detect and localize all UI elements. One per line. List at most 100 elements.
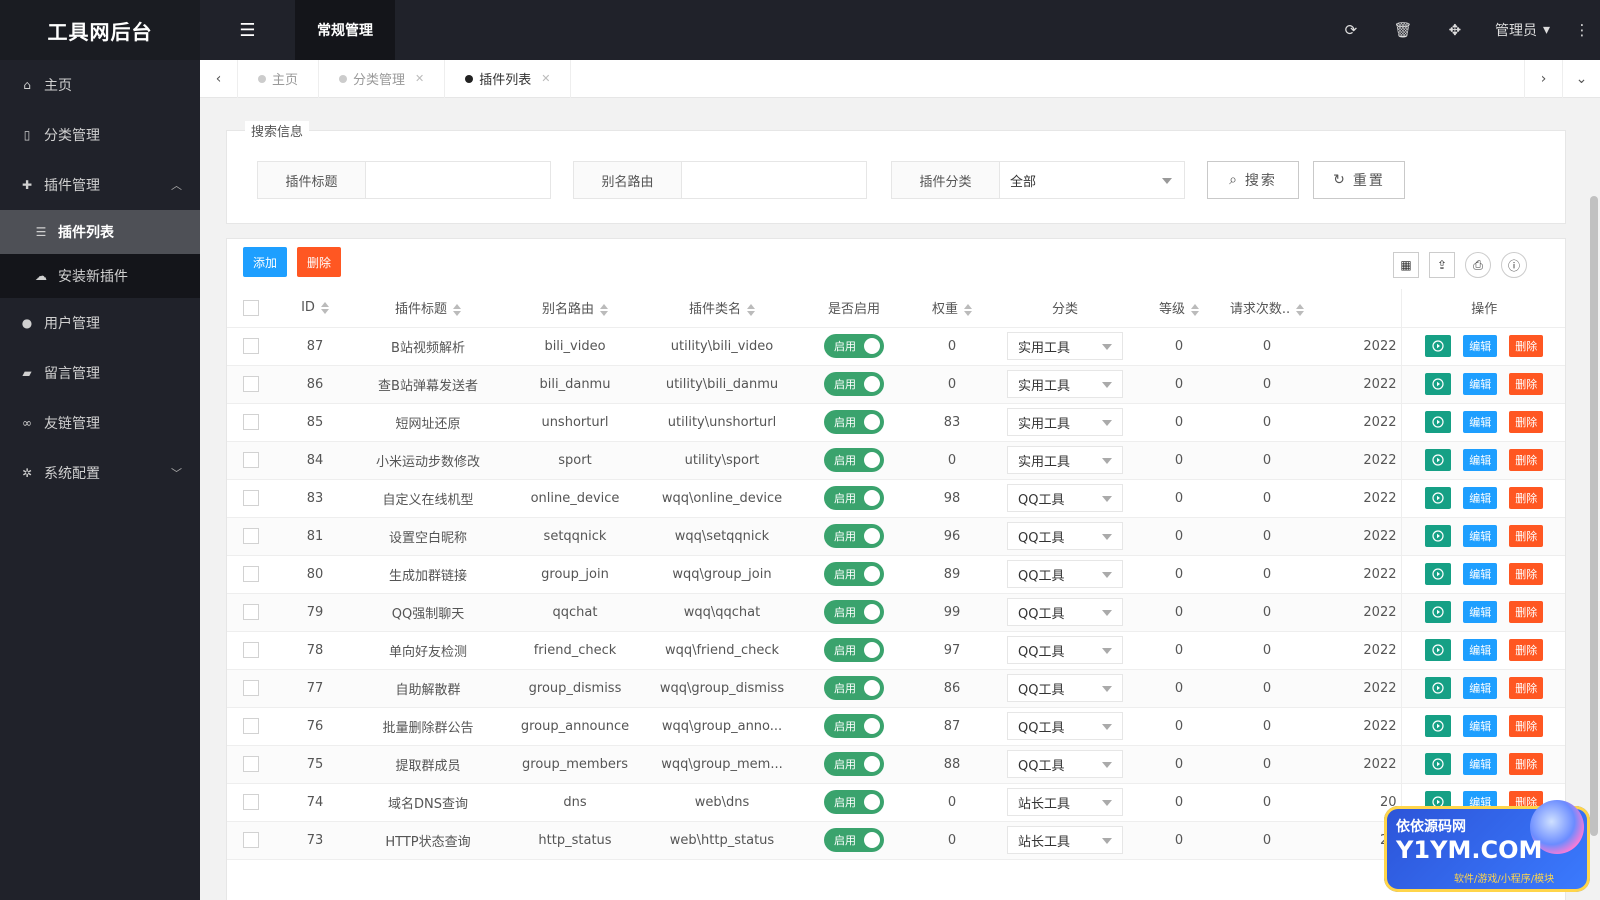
run-button[interactable] <box>1425 601 1452 623</box>
delete-button[interactable]: 删除 <box>1509 525 1544 547</box>
row-checkbox[interactable] <box>243 376 259 392</box>
header-weight[interactable]: 权重 <box>913 289 991 328</box>
tab-home[interactable]: 主页 <box>238 59 320 98</box>
run-button[interactable] <box>1425 563 1452 585</box>
edit-button[interactable]: 编辑 <box>1463 373 1498 395</box>
alias-input[interactable] <box>682 162 866 198</box>
run-button[interactable] <box>1425 487 1452 509</box>
category-dropdown[interactable]: QQ工具 <box>1007 712 1123 740</box>
close-icon[interactable]: ✕ <box>541 72 550 85</box>
sort-icon[interactable] <box>600 303 608 316</box>
run-button[interactable] <box>1425 449 1452 471</box>
category-dropdown[interactable]: 实用工具 <box>1007 370 1123 398</box>
sidebar-item-plugins[interactable]: ✚ 插件管理 ︿ <box>0 160 200 210</box>
enabled-toggle[interactable]: 启用 <box>824 524 884 548</box>
row-checkbox[interactable] <box>243 566 259 582</box>
topbar-tab-general[interactable]: 常规管理 <box>295 0 395 60</box>
delete-button[interactable]: 删除 <box>1509 373 1544 395</box>
delete-button[interactable]: 删除 <box>1509 677 1544 699</box>
select-all-checkbox[interactable] <box>243 299 259 316</box>
category-dropdown[interactable]: 站长工具 <box>1007 826 1123 854</box>
print-icon[interactable]: ⎙ <box>1465 252 1491 278</box>
sort-icon[interactable] <box>1191 303 1199 316</box>
enabled-toggle[interactable]: 启用 <box>824 752 884 776</box>
sidebar-item-users[interactable]: ● 用户管理 <box>0 298 200 348</box>
delete-button[interactable]: 删除 <box>1509 601 1544 623</box>
sidebar-item-plugin-list[interactable]: ☰ 插件列表 <box>0 210 200 254</box>
info-icon[interactable]: ⓘ <box>1501 252 1527 278</box>
header-level[interactable]: 等级 <box>1139 289 1219 328</box>
search-button[interactable]: ⌕ 搜索 <box>1207 161 1299 199</box>
enabled-toggle[interactable]: 启用 <box>824 638 884 662</box>
fullscreen-icon[interactable]: ✥ <box>1429 0 1481 60</box>
delete-button[interactable]: 删除 <box>1509 563 1544 585</box>
tabs-next-icon[interactable]: › <box>1524 59 1562 98</box>
run-button[interactable] <box>1425 715 1452 737</box>
category-dropdown[interactable]: 站长工具 <box>1007 788 1123 816</box>
user-menu[interactable]: 管理员 ▾ <box>1481 20 1564 40</box>
edit-button[interactable]: 编辑 <box>1463 449 1498 471</box>
enabled-toggle[interactable]: 启用 <box>824 486 884 510</box>
close-icon[interactable]: ✕ <box>415 72 424 85</box>
row-checkbox[interactable] <box>243 414 259 430</box>
sort-icon[interactable] <box>1296 303 1305 316</box>
enabled-toggle[interactable]: 启用 <box>824 410 884 434</box>
refresh-icon[interactable]: ⟳ <box>1325 0 1377 60</box>
sort-icon[interactable] <box>747 303 755 316</box>
delete-button[interactable]: 删除 <box>1509 411 1544 433</box>
sidebar-item-home[interactable]: ⌂ 主页 <box>0 60 200 110</box>
enabled-toggle[interactable]: 启用 <box>824 600 884 624</box>
enabled-toggle[interactable]: 启用 <box>824 676 884 700</box>
edit-button[interactable]: 编辑 <box>1463 677 1498 699</box>
enabled-toggle[interactable]: 启用 <box>824 828 884 852</box>
row-checkbox[interactable] <box>243 832 259 848</box>
sidebar-item-settings[interactable]: ✲ 系统配置 ﹀ <box>0 448 200 498</box>
run-button[interactable] <box>1425 411 1452 433</box>
enabled-toggle[interactable]: 启用 <box>824 334 884 358</box>
sidebar-item-category[interactable]: ▯ 分类管理 <box>0 110 200 160</box>
row-checkbox[interactable] <box>243 642 259 658</box>
header-class[interactable]: 插件类名 <box>649 289 795 328</box>
edit-button[interactable]: 编辑 <box>1463 525 1498 547</box>
category-dropdown[interactable]: QQ工具 <box>1007 750 1123 778</box>
sidebar-item-install-plugin[interactable]: ☁ 安装新插件 <box>0 254 200 298</box>
add-button[interactable]: 添加 <box>243 247 288 277</box>
row-checkbox[interactable] <box>243 680 259 696</box>
header-alias[interactable]: 别名路由 <box>501 289 649 328</box>
delete-button[interactable]: 删除 <box>1509 753 1544 775</box>
edit-button[interactable]: 编辑 <box>1463 601 1498 623</box>
row-checkbox[interactable] <box>243 794 259 810</box>
row-checkbox[interactable] <box>243 452 259 468</box>
tabs-menu-icon[interactable]: ⌄ <box>1562 59 1600 98</box>
sort-icon[interactable] <box>453 303 461 316</box>
delete-button[interactable]: 删除 <box>1509 639 1544 661</box>
enabled-toggle[interactable]: 启用 <box>824 790 884 814</box>
category-dropdown[interactable]: QQ工具 <box>1007 598 1123 626</box>
columns-icon[interactable]: ▦ <box>1393 252 1419 278</box>
row-checkbox[interactable] <box>243 756 259 772</box>
delete-button[interactable]: 删除 <box>1509 715 1544 737</box>
run-button[interactable] <box>1425 753 1452 775</box>
header-id[interactable]: ID <box>275 289 355 328</box>
row-checkbox[interactable] <box>243 338 259 354</box>
header-requests[interactable]: 请求次数.. <box>1219 289 1315 328</box>
sidebar-item-links[interactable]: ∞ 友链管理 <box>0 398 200 448</box>
category-dropdown[interactable]: 实用工具 <box>1007 446 1123 474</box>
tab-category[interactable]: 分类管理 ✕ <box>319 59 446 98</box>
edit-button[interactable]: 编辑 <box>1463 563 1498 585</box>
category-select[interactable]: 全部 <box>1000 162 1184 198</box>
export-icon[interactable]: ⇪ <box>1429 252 1455 278</box>
run-button[interactable] <box>1425 373 1452 395</box>
enabled-toggle[interactable]: 启用 <box>824 372 884 396</box>
row-checkbox[interactable] <box>243 718 259 734</box>
reset-button[interactable]: ↻ 重置 <box>1313 161 1405 199</box>
delete-button[interactable]: 删除 <box>1509 487 1544 509</box>
tabs-prev-icon[interactable]: ‹ <box>200 59 238 98</box>
run-button[interactable] <box>1425 639 1452 661</box>
category-dropdown[interactable]: QQ工具 <box>1007 522 1123 550</box>
tab-plugin-list[interactable]: 插件列表 ✕ <box>445 59 572 98</box>
category-dropdown[interactable]: QQ工具 <box>1007 560 1123 588</box>
run-button[interactable] <box>1425 335 1452 357</box>
delete-button[interactable]: 删除 <box>1509 335 1544 357</box>
edit-button[interactable]: 编辑 <box>1463 335 1498 357</box>
